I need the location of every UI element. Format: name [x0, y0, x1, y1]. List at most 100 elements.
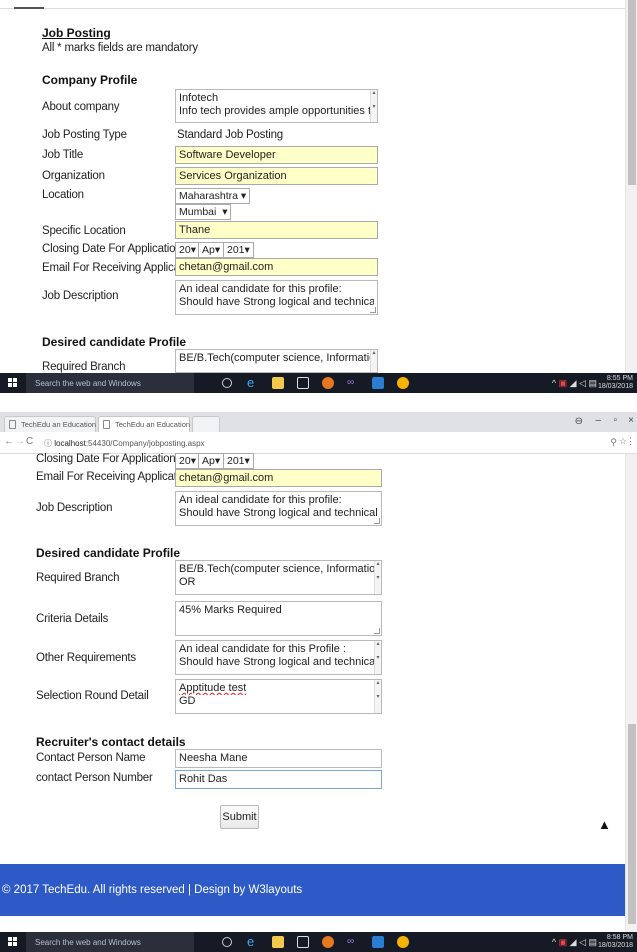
forward-icon[interactable]: →: [15, 436, 25, 447]
selection-round-label: Selection Round Detail: [36, 690, 149, 702]
file-explorer-icon[interactable]: [272, 377, 284, 389]
page-scroll-thumb[interactable]: [628, 0, 636, 185]
required-branch-textarea[interactable]: BE/B.Tech(computer science, Information …: [175, 349, 378, 373]
clock[interactable]: 8:55 PM 18/03/2018: [598, 375, 633, 391]
windows-start-icon[interactable]: [8, 937, 18, 947]
other-requirements-textarea[interactable]: An ideal candidate for this Profile : Sh…: [175, 640, 382, 675]
email-input[interactable]: chetan@gmail.com: [175, 258, 378, 276]
browser-tab[interactable]: TechEdu an Education C ×: [4, 416, 110, 432]
required-branch-label: Required Branch: [42, 361, 126, 373]
store-icon[interactable]: [297, 936, 309, 948]
url-input[interactable]: ⓘ localhost:54430/Company/jobposting.asp…: [38, 435, 618, 451]
back-icon[interactable]: ←: [4, 436, 14, 447]
organization-input[interactable]: Services Organization: [175, 167, 378, 185]
chrome-icon[interactable]: [397, 936, 409, 948]
about-company-label: About company: [42, 101, 120, 113]
textarea-scrollbar[interactable]: ▴ ▾: [374, 561, 381, 594]
top-divider: [0, 8, 625, 9]
page-footer: © 2017 TechEdu. All rights reserved | De…: [0, 864, 626, 916]
resize-handle[interactable]: [374, 518, 380, 524]
closing-month-select[interactable]: Ap▾: [198, 453, 225, 469]
visual-studio-icon[interactable]: ∞: [347, 936, 359, 948]
job-description-textarea[interactable]: An ideal candidate for this profile: Sho…: [175, 491, 382, 526]
job-posting-type-label: Job Posting Type: [42, 129, 127, 141]
store-icon[interactable]: [297, 377, 309, 389]
task-view-icon[interactable]: [222, 937, 232, 947]
closing-year-select[interactable]: 201▾: [223, 242, 254, 258]
profile-icon[interactable]: ⊖: [575, 416, 583, 427]
closing-date-label: Closing Date For Applications: [42, 243, 188, 255]
state-select[interactable]: Maharashtra ▾: [175, 188, 251, 204]
required-branch-label: Required Branch: [36, 572, 120, 584]
criteria-details-label: Criteria Details: [36, 613, 109, 625]
criteria-details-textarea[interactable]: 45% Marks Required: [175, 601, 382, 636]
contact-person-number-input[interactable]: Rohit Das: [175, 770, 382, 789]
close-window-icon[interactable]: ×: [628, 415, 634, 426]
page-icon: [103, 420, 110, 429]
resize-handle[interactable]: [374, 628, 380, 634]
closing-day-select[interactable]: 20▾: [175, 453, 200, 469]
reload-icon[interactable]: C: [26, 436, 33, 447]
page-title: Job Posting: [42, 26, 111, 40]
edge-icon[interactable]: e: [247, 935, 259, 948]
closing-month-select[interactable]: Ap▾: [198, 242, 225, 258]
firefox-icon[interactable]: [322, 936, 334, 948]
about-company-textarea[interactable]: Infotech Info tech provides ample opport…: [175, 89, 378, 123]
top-tab-indicator: [14, 7, 44, 9]
windows-taskbar: Search the web and Windows e ∞ ^ ▣ ◢ ◁ ▤…: [0, 932, 637, 952]
submit-button[interactable]: Submit: [220, 805, 259, 829]
specific-location-input[interactable]: Thane: [175, 221, 378, 239]
taskbar-search-box[interactable]: Search the web and Windows: [26, 932, 194, 952]
windows-start-icon[interactable]: [8, 378, 18, 388]
page-scroll-thumb[interactable]: [628, 724, 636, 924]
textarea-scrollbar[interactable]: ▴: [370, 350, 377, 372]
location-label: Location: [42, 189, 84, 201]
zoom-icon[interactable]: ⚲: [610, 437, 617, 448]
closing-year-select[interactable]: 201▾: [223, 453, 254, 469]
task-view-icon[interactable]: [222, 378, 232, 388]
desired-profile-heading: Desired candidate Profile: [42, 335, 187, 349]
tray-icons[interactable]: ^ ▣ ◢ ◁ ▤: [552, 378, 597, 389]
resize-handle[interactable]: [370, 307, 376, 313]
company-profile-heading: Company Profile: [42, 73, 138, 87]
file-explorer-icon[interactable]: [272, 936, 284, 948]
closing-day-select[interactable]: 20▾: [175, 242, 200, 258]
closing-date-label: Closing Date For Applications: [36, 453, 182, 465]
app-icon[interactable]: [372, 377, 384, 389]
mandatory-note: All * marks fields are mandatory: [42, 42, 198, 54]
scroll-to-top-icon[interactable]: ▲: [598, 817, 611, 832]
textarea-scrollbar[interactable]: ▴ ▾: [374, 641, 381, 674]
maximize-icon[interactable]: ▫: [613, 415, 617, 426]
edge-icon[interactable]: e: [247, 376, 259, 389]
page-scrollbar[interactable]: [625, 0, 637, 373]
desired-profile-heading: Desired candidate Profile: [36, 546, 181, 560]
firefox-icon[interactable]: [322, 377, 334, 389]
job-description-textarea[interactable]: An ideal candidate for this profile: Sho…: [175, 280, 378, 315]
selection-round-textarea[interactable]: Apptitude test GD ▴ ▾: [175, 679, 382, 714]
app-icon[interactable]: [372, 936, 384, 948]
browser-tab-strip: TechEdu an Education C × TechEdu an Educ…: [0, 412, 637, 432]
contact-person-name-input[interactable]: Neesha Mane: [175, 749, 382, 768]
windows-taskbar: Search the web and Windows e ∞ ^ ▣ ◢ ◁ ▤…: [0, 373, 637, 393]
other-requirements-label: Other Requirements: [36, 652, 136, 664]
job-posting-type-value: Standard Job Posting: [177, 129, 283, 141]
browser-tab-active[interactable]: TechEdu an Education C ×: [98, 416, 204, 432]
visual-studio-icon[interactable]: ∞: [347, 377, 359, 389]
email-input[interactable]: chetan@gmail.com: [175, 469, 382, 487]
page-scrollbar[interactable]: [625, 454, 637, 932]
minimize-icon[interactable]: –: [595, 415, 601, 426]
menu-icon[interactable]: ⋮: [626, 436, 635, 447]
recruiter-contact-heading: Recruiter's contact details: [36, 735, 186, 749]
contact-person-number-label: contact Person Number: [36, 772, 153, 784]
clock[interactable]: 8:58 PM 18/03/2018: [598, 934, 633, 950]
new-tab-button[interactable]: [192, 416, 220, 432]
textarea-scrollbar[interactable]: ▴ ▾: [370, 90, 377, 122]
chrome-icon[interactable]: [397, 377, 409, 389]
textarea-scrollbar[interactable]: ▴ ▾: [374, 680, 381, 713]
city-select[interactable]: Mumbai ▾: [175, 204, 232, 220]
tray-icons[interactable]: ^ ▣ ◢ ◁ ▤: [552, 937, 597, 948]
required-branch-textarea[interactable]: BE/B.Tech(computer science, Information …: [175, 560, 382, 595]
job-title-input[interactable]: Software Developer: [175, 146, 378, 164]
taskbar-search-box[interactable]: Search the web and Windows: [26, 373, 194, 393]
email-label: Email For Receiving Application: [36, 471, 192, 483]
